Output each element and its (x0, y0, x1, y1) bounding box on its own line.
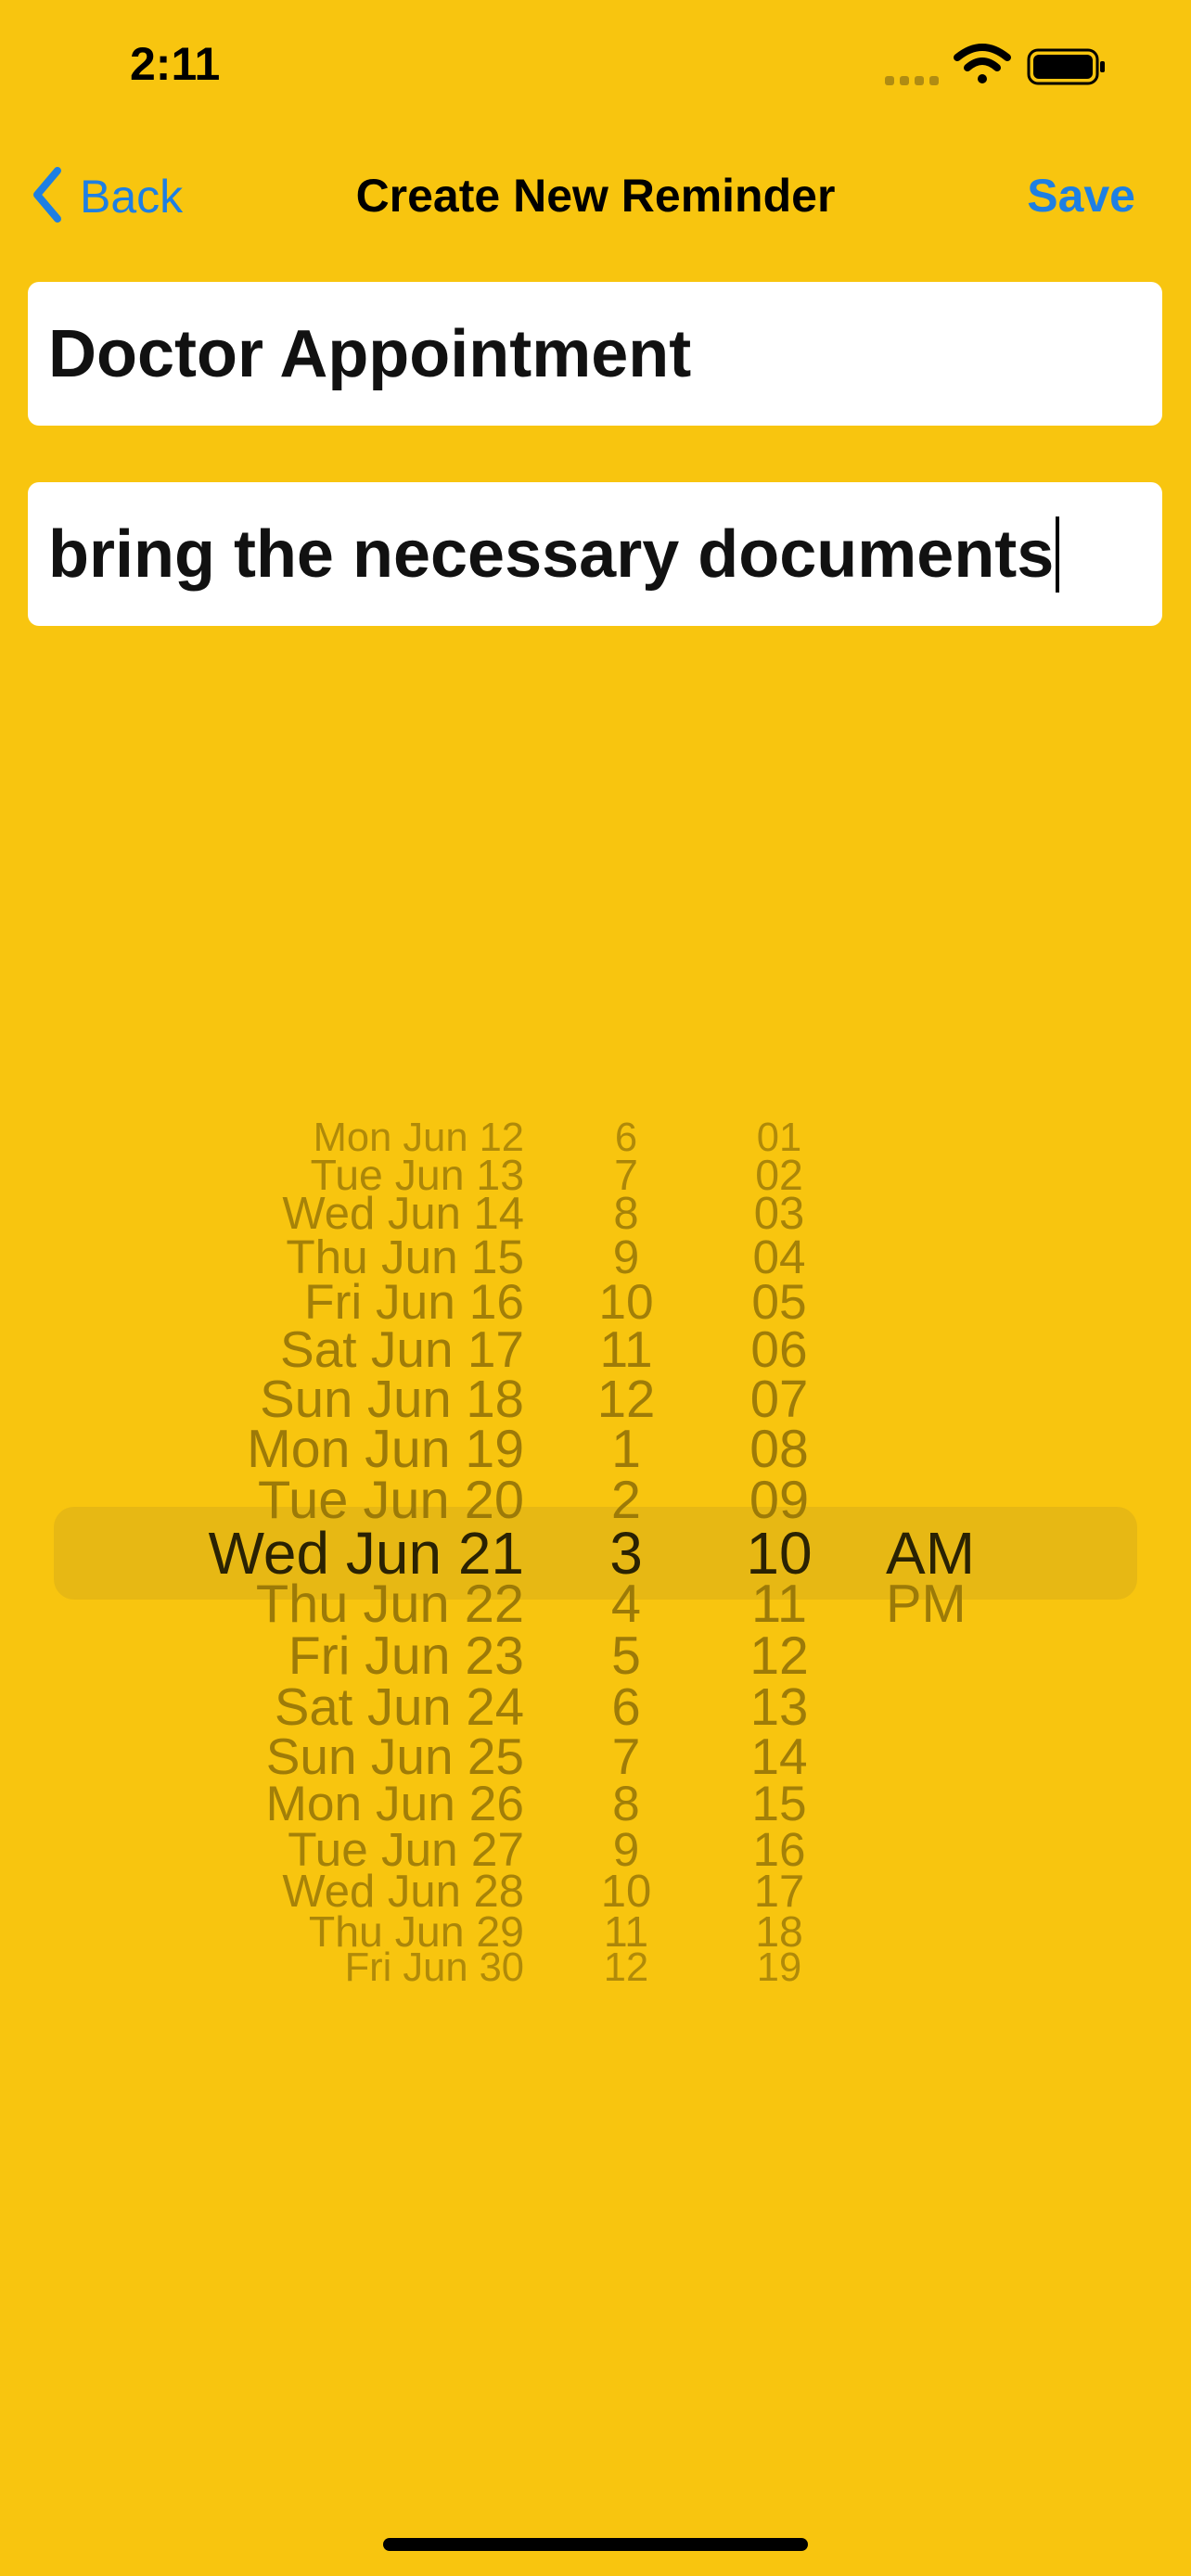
picker-hour-option[interactable]: 12 (557, 1947, 696, 1989)
picker-period-option[interactable]: PM (886, 1577, 1053, 1632)
picker-minute-option[interactable]: 04 (705, 1233, 853, 1282)
picker-minute-option[interactable]: 13 (705, 1680, 853, 1733)
reminder-notes-text: bring the necessary documents (48, 516, 1055, 592)
picker-date-option[interactable]: Sat Jun 24 (139, 1680, 524, 1733)
picker-hour-option[interactable]: 8 (557, 1779, 696, 1829)
picker-hour-option[interactable]: 7 (557, 1730, 696, 1782)
status-bar: 2:11 (0, 0, 1191, 139)
picker-hour-option[interactable]: 12 (557, 1372, 696, 1425)
picker-period-column[interactable]: AM PM (886, 1001, 1053, 2096)
picker-date-option[interactable]: Sat Jun 17 (139, 1324, 524, 1375)
picker-date-option[interactable]: Fri Jun 30 (139, 1947, 524, 1989)
text-cursor (1056, 516, 1060, 593)
picker-minute-option[interactable]: 08 (705, 1422, 853, 1476)
picker-date-option[interactable]: Fri Jun 23 (139, 1629, 524, 1683)
picker-minute-option[interactable]: 05 (705, 1278, 853, 1328)
picker-minute-option[interactable]: 19 (705, 1947, 853, 1989)
picker-date-option[interactable]: Sun Jun 18 (139, 1372, 524, 1425)
picker-date-option[interactable]: Thu Jun 15 (139, 1233, 524, 1282)
page-title: Create New Reminder (355, 170, 836, 222)
picker-hour-option[interactable]: 4 (557, 1577, 696, 1632)
picker-hour-option[interactable]: 11 (557, 1324, 696, 1375)
picker-minute-option[interactable]: 15 (705, 1779, 853, 1829)
date-time-picker[interactable]: Mon Jun 12 Tue Jun 13 Wed Jun 14 Thu Jun 15… (0, 1001, 1191, 2096)
status-time: 2:11 (130, 38, 221, 90)
picker-date-option[interactable]: Mon Jun 19 (139, 1422, 524, 1476)
picker-hour-column[interactable]: 6 7 8 9 10 11 12 1 2 3 4 5 6 7 8 9 10 11 12 (557, 1001, 696, 2096)
picker-minute-option[interactable]: 12 (705, 1629, 853, 1683)
picker-minute-option[interactable]: 06 (705, 1324, 853, 1375)
picker-minute-column[interactable]: 01 02 03 04 05 06 07 08 09 10 11 12 13 14 15 16 17 18 19 (705, 1001, 853, 2096)
picker-hour-option[interactable]: 9 (557, 1233, 696, 1282)
wifi-icon (954, 44, 1011, 83)
picker-minute-option[interactable]: 14 (705, 1730, 853, 1782)
status-icons (885, 37, 1163, 93)
picker-date-option[interactable]: Sun Jun 25 (139, 1730, 524, 1782)
picker-hour-option[interactable]: 1 (557, 1422, 696, 1476)
home-indicator (383, 2538, 808, 2551)
picker-minute-option[interactable]: 07 (705, 1372, 853, 1425)
picker-minute-option[interactable]: 11 (705, 1577, 853, 1632)
reminder-notes-field[interactable]: bring the necessary documents (28, 482, 1162, 626)
nav-bar: Back Create New Reminder Save (0, 148, 1191, 241)
battery-icon (1027, 48, 1105, 85)
picker-date-option[interactable]: Mon Jun 26 (139, 1779, 524, 1829)
reminder-title-text: Doctor Appointment (48, 316, 692, 391)
picker-date-option[interactable]: Thu Jun 22 (139, 1577, 524, 1632)
picker-date-option[interactable]: Fri Jun 16 (139, 1278, 524, 1328)
save-button[interactable]: Save (1027, 169, 1135, 223)
picker-hour-option[interactable]: 10 (557, 1278, 696, 1328)
picker-date-column[interactable]: Mon Jun 12 Tue Jun 13 Wed Jun 14 Thu Jun 15… (139, 1001, 524, 2096)
reminder-title-field[interactable]: Doctor Appointment (28, 282, 1162, 426)
picker-hour-option[interactable]: 5 (557, 1629, 696, 1683)
cellular-signal-icon (885, 76, 939, 85)
picker-hour-option[interactable]: 6 (557, 1680, 696, 1733)
